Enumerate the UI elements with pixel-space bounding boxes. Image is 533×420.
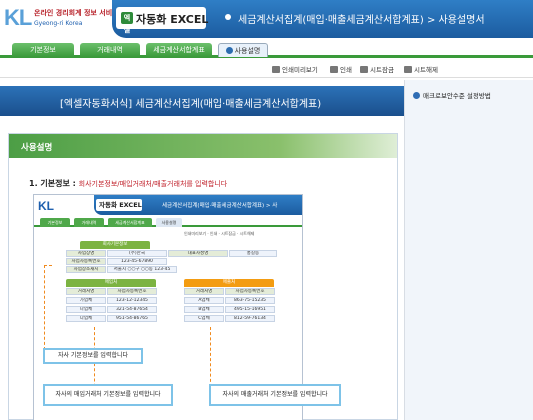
form-cell: 812-59-76134 [225,315,275,322]
toolbar: 인쇄미리보기 인쇄 시트잠금 시트해제 [0,61,533,78]
form-cell: 사업자등록번호 [66,258,106,265]
unlock-icon [404,66,412,73]
section-title: 사용설명 [21,143,53,153]
logo-tagline: 온라인 경리회계 정보 서비스 [34,9,119,17]
macro-security-label: 매크로보안수준 설정방법 [423,92,491,100]
print-icon [330,66,338,73]
form-cell: 가업체 [66,297,106,304]
inner-logo: KL [38,199,54,213]
form-cell: 서울시 ○○구 ○○동 123-45 [107,266,177,273]
section-header: 사용설명 [9,134,397,158]
inner-tab-bar: 기본정보 거래내역 세금계산서합계표 사용설명 [34,215,302,227]
tab-usage-label: 사용설명 [234,47,261,55]
form-cell: 사업자등록번호 [107,288,157,295]
sales-header: 매출처 [184,279,274,287]
site-header: KL 온라인 경리회계 정보 서비스 Gyeong-ri Korea 엑셀 자동… [0,0,533,38]
company-info-header: 회사기본정보 [80,241,150,249]
sales-callout: 자사의 매출거래처 기본정보를 입력합니다 [209,384,341,406]
form-cell: 거래처명 [66,288,106,295]
print-label: 인쇄 [340,66,352,74]
inner-form: 회사기본정보 사업장명 (주)한국 대표자성명 홍길동 사업자등록번호 123-… [52,241,277,345]
company-info-callout: 자사 기본정보를 입력합니다 [43,348,143,364]
step-description: 회사기본정보/매입거래처/매출거래처를 입력합니다 [78,180,228,188]
excel-icon: 엑셀 [121,12,133,34]
tab-tax-summary[interactable]: 세금계산서합계표 [146,43,212,57]
inner-tab: 세금계산서합계표 [108,218,152,227]
form-cell: 사업장소재지 [66,266,106,273]
form-cell: 사업자등록번호 [225,288,275,295]
tab-transactions[interactable]: 거래내역 [80,43,140,57]
macro-security-link[interactable]: 매크로보안수준 설정방법 [413,90,491,100]
inner-tab: 기본정보 [40,218,70,227]
tab-basic-info[interactable]: 기본정보 [12,43,74,57]
form-cell: B업체 [184,306,224,313]
form-cell: 나업체 [66,306,106,313]
tab-usage-guide[interactable]: 사용설명 [218,43,268,57]
form-cell: 거래처명 [184,288,224,295]
purchase-callout: 자사의 매입거래처 기본정보를 입력합니다 [43,384,173,406]
title-banner: [엑셀자동화서식] 세금계산서집계(매입·매출세금계산서합계표) [0,86,404,116]
form-cell: (주)한국 [107,250,167,257]
sheet-lock-label: 시트잠금 [370,66,394,74]
form-cell: 951-54-86765 [107,315,157,322]
preview-label: 인쇄미리보기 [282,66,318,74]
logo-text: KL [4,5,32,30]
page-title: 세금계산서집계(매입·매출세금계산서합계표) > 사용설명서 [238,15,485,26]
form-cell: 사업장명 [66,250,106,257]
form-cell: 대표자성명 [168,250,228,257]
bullet-icon [225,14,231,20]
connector-line [44,265,52,350]
form-cell: 123-12-12345 [107,297,157,304]
purchase-header: 매입처 [66,279,156,287]
form-cell: 홍길동 [229,250,277,257]
inner-header-title: 세금계산서집계(매입·매출세금계산서합계표) > 사 [162,203,278,209]
form-cell: 다업체 [66,315,106,322]
inner-product-name: 자동화 EXCEL [96,199,142,211]
sheet-unlock-button[interactable]: 시트해제 [404,64,438,74]
form-cell: 321-54-87654 [107,306,157,313]
inner-tab: 거래내역 [74,218,104,227]
product-name: 자동화 EXCEL [136,13,209,26]
form-cell: 123-45-67890 [107,258,167,265]
preview-button[interactable]: 인쇄미리보기 [272,64,318,74]
site-logo[interactable]: KL [4,5,32,31]
tab-bar: 기본정보 거래내역 세금계산서합계표 사용설명 [0,38,533,58]
lock-icon [360,66,368,73]
form-cell: C업체 [184,315,224,322]
preview-icon [272,66,280,73]
sheet-lock-button[interactable]: 시트잠금 [360,64,394,74]
guide-content: 사용설명 1. 기본정보 : 회사기본정보/매입거래처/매출거래처를 입력합니다… [8,133,398,420]
form-cell: A업체 [184,297,224,304]
sheet-unlock-label: 시트해제 [414,66,438,74]
form-cell: 863-75-15235 [225,297,275,304]
form-cell: 495-15-16951 [225,306,275,313]
logo-subtitle: Gyeong-ri Korea [34,20,83,27]
print-button[interactable]: 인쇄 [330,64,352,74]
inner-toolbar: 인쇄미리보기 · 인쇄 · 시트잠금 · 시트해제 [184,231,255,236]
banner-title: [엑셀자동화서식] 세금계산서집계(매입·매출세금계산서합계표) [60,99,322,110]
product-badge: 엑셀 자동화 EXCEL [116,7,209,34]
right-sidebar: 매크로보안수준 설정방법 [404,80,533,420]
help-icon [413,92,420,99]
inner-tab: 사용설명 [156,218,182,227]
step-heading: 1. 기본정보 : 회사기본정보/매입거래처/매출거래처를 입력합니다 [29,178,227,189]
info-icon [225,47,233,54]
connector-line [210,327,211,387]
step-label: 1. 기본정보 : [29,179,76,188]
